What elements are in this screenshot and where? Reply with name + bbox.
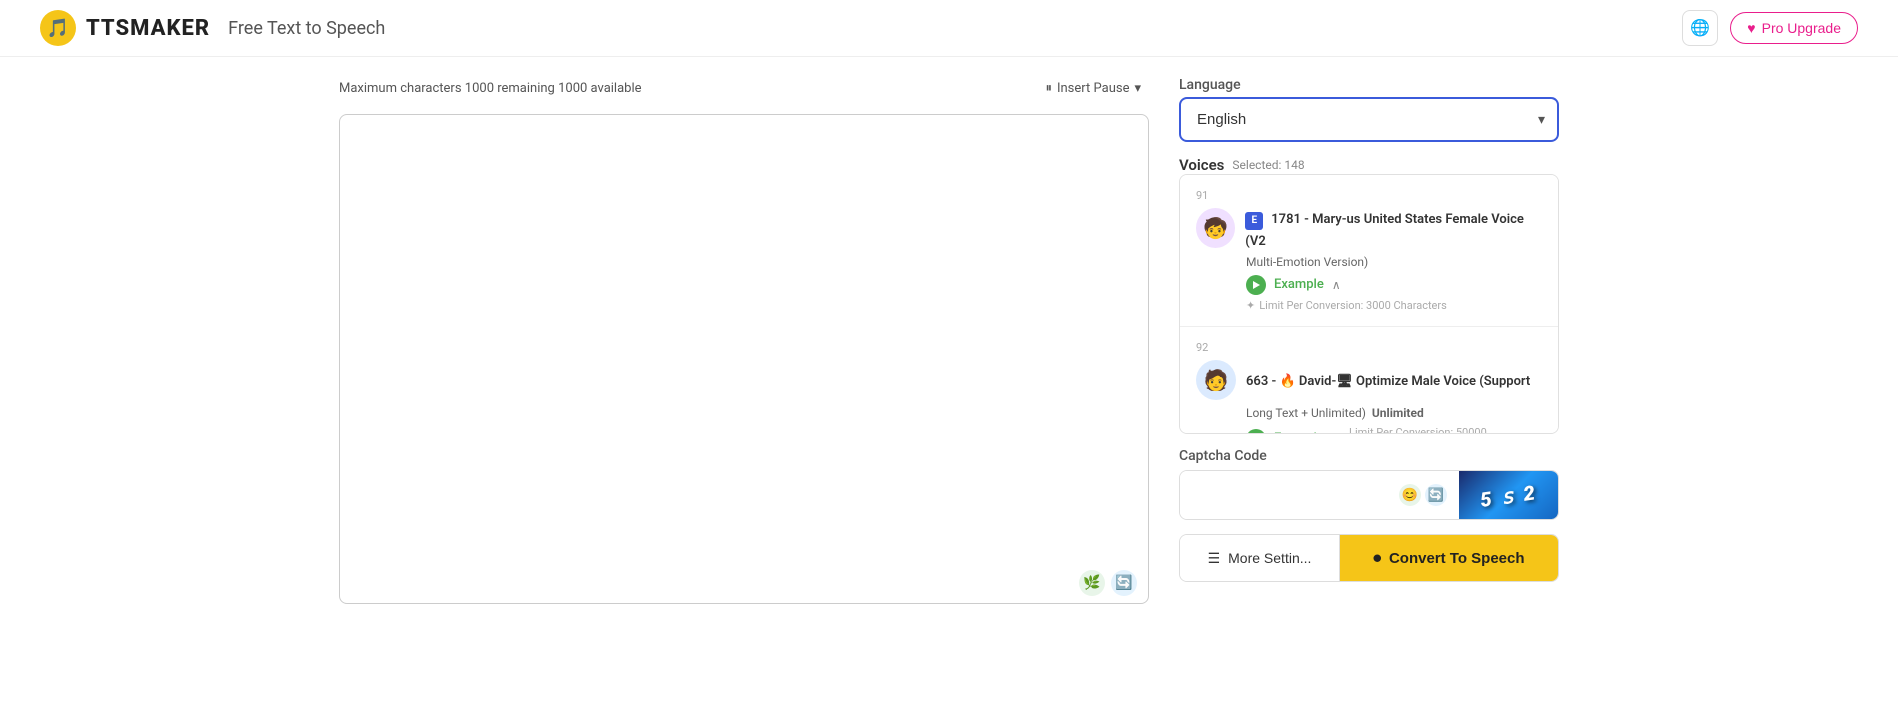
pro-upgrade-label: Pro Upgrade [1762,20,1841,36]
voice-avatar-2: 🧑 [1196,360,1236,400]
captcha-section: Captcha Code 😊 🔄 5 ꜱ 2 [1179,448,1559,520]
char-info: Maximum characters 1000 remaining 1000 a… [339,81,642,96]
voice-card-1[interactable]: 91 🧒 E 1781 - Mary-us United States Fema… [1180,175,1558,327]
voice-card-2[interactable]: 92 🧑 663 - 🔥 David-🖥 Optimize Male Voice… [1180,327,1558,435]
voice-avatar-1: 🧒 [1196,208,1235,248]
text-area-wrapper: 🌿 🔄 [339,114,1149,608]
voice-name-1: 1781 - Mary-us United States Female Voic… [1245,212,1524,249]
language-select[interactable]: English Chinese Spanish French German Ja… [1179,97,1559,142]
textarea-icons: 🌿 🔄 [1079,570,1137,596]
header: 🎵 TTSMAKER Free Text to Speech 🌐 ♥ Pro U… [0,0,1898,57]
voice-limit-1: ✦ Limit Per Conversion: 3000 Characters [1196,299,1542,312]
captcha-input-area: 😊 🔄 [1180,471,1459,519]
captcha-label: Captcha Code [1179,448,1559,464]
voices-list[interactable]: 91 🧒 E 1781 - Mary-us United States Fema… [1179,174,1559,434]
language-label: Language [1179,77,1559,93]
brand-name: TTSMAKER [86,16,210,41]
svg-text:🎵: 🎵 [47,18,69,39]
more-settings-button[interactable]: ☰ More Settin... [1180,535,1340,581]
language-select-wrapper: English Chinese Spanish French German Ja… [1179,97,1559,142]
textarea-emoji-icon[interactable]: 🌿 [1079,570,1105,596]
voice-index-1: 91 [1196,189,1542,202]
limit-inline-text-2: Limit Per Conversion: 50000 Characters [1349,426,1542,435]
voice-badge-1: E [1245,212,1263,230]
expand-icon-1[interactable]: ∧ [1332,278,1341,292]
bottom-buttons: ☰ More Settin... ⏺ Convert To Speech [1179,534,1559,582]
voice-sub-2: Long Text + Unlimited) Unlimited [1196,406,1542,420]
logo-icon: 🎵 [40,10,76,46]
voice-index-2: 92 [1196,341,1542,354]
voice-name-wrapper-2: 663 - 🔥 David-🖥 Optimize Male Voice (Sup… [1246,370,1530,389]
text-input[interactable] [339,114,1149,604]
left-panel: Maximum characters 1000 remaining 1000 a… [339,77,1149,608]
voices-header: Voices Selected: 148 [1179,156,1559,174]
captcha-image: 5 ꜱ 2 [1459,471,1558,520]
voice-name-2: 663 - 🔥 David-🖥 Optimize Male Voice (Sup… [1246,374,1530,389]
more-settings-label: More Settin... [1228,550,1311,566]
captcha-refresh-icon[interactable]: 🔄 [1425,484,1447,506]
voices-label: Voices [1179,156,1224,174]
voice-top-1: 🧒 E 1781 - Mary-us United States Female … [1196,208,1542,249]
limit-text-1: Limit Per Conversion: 3000 Characters [1259,299,1447,312]
limit-inline-icon-2: ✦ [1332,432,1341,434]
right-panel: Language English Chinese Spanish French … [1179,77,1559,608]
captcha-icons: 😊 🔄 [1399,484,1447,506]
main-content: Maximum characters 1000 remaining 1000 a… [299,57,1599,628]
play-button-2[interactable] [1246,429,1266,435]
voices-count: Selected: 148 [1232,158,1304,172]
heart-icon: ♥ [1747,20,1755,36]
example-label-1: Example [1274,277,1324,292]
play-button-1[interactable] [1246,275,1266,295]
voices-section: Voices Selected: 148 91 🧒 E 1781 - Mary-… [1179,156,1559,434]
translate-icon: 🌐 [1690,18,1710,38]
chevron-down-icon: ▾ [1134,81,1141,96]
tagline: Free Text to Speech [228,18,385,39]
translate-button[interactable]: 🌐 [1682,10,1718,46]
voice-sub-1: Multi-Emotion Version) [1196,255,1542,269]
voice-example-row-2: Example ✦ Limit Per Conversion: 50000 Ch… [1196,426,1542,435]
insert-pause-label: Insert Pause [1057,81,1130,96]
voice-name-wrapper-1: E 1781 - Mary-us United States Female Vo… [1245,208,1542,249]
example-label-2: Example [1274,431,1324,434]
voice-example-row-1: Example ∧ [1196,275,1542,295]
textarea-refresh-icon[interactable]: 🔄 [1111,570,1137,596]
header-left: 🎵 TTSMAKER Free Text to Speech [40,10,385,46]
insert-pause-button[interactable]: ⏸ Insert Pause ▾ [1037,77,1149,100]
captcha-wrapper: 😊 🔄 5 ꜱ 2 [1179,470,1559,520]
limit-icon-1: ✦ [1246,299,1255,312]
convert-label: Convert To Speech [1389,550,1525,567]
pause-icon: ⏸ [1045,81,1052,96]
captcha-input[interactable] [1192,487,1391,504]
top-bar-row: Maximum characters 1000 remaining 1000 a… [339,77,1149,100]
header-right: 🌐 ♥ Pro Upgrade [1682,10,1858,46]
pro-upgrade-button[interactable]: ♥ Pro Upgrade [1730,12,1858,44]
settings-icon: ☰ [1208,550,1221,567]
captcha-emoji-icon[interactable]: 😊 [1399,484,1421,506]
convert-icon: ⏺ [1373,550,1381,567]
convert-button[interactable]: ⏺ Convert To Speech [1340,535,1558,581]
language-section: Language English Chinese Spanish French … [1179,77,1559,142]
voice-top-2: 🧑 663 - 🔥 David-🖥 Optimize Male Voice (S… [1196,360,1542,400]
